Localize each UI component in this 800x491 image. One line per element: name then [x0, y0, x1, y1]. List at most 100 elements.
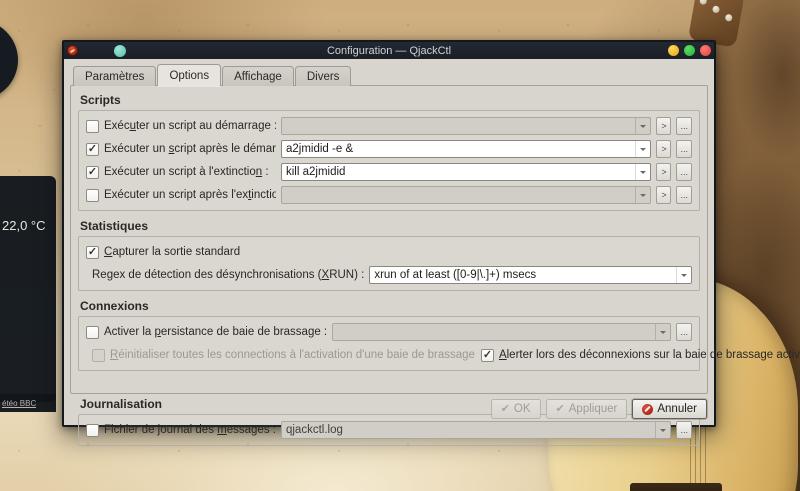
minimize-button[interactable] [668, 45, 679, 56]
browse-logfile-button[interactable]: ... [676, 421, 692, 439]
group-scripts: Scripts Exécuter un script au démarrage … [78, 93, 700, 211]
weather-widget-footer: étéo BBC [0, 394, 56, 412]
xrun-regex-row: Regex de détection des désynchronisation… [86, 266, 692, 284]
xrun-regex-combobox[interactable]: xrun of at least ([0-9|\.]+) msecs [369, 266, 692, 284]
group-connections: Connexions Activer la persistance de bai… [78, 299, 800, 371]
weather-widget: 22,0 °C [0, 176, 56, 402]
reset-connections-option: Réinitialiser toutes les connections à l… [92, 348, 475, 362]
post-shutdown-script-combobox[interactable] [281, 186, 652, 204]
checkbox-alert-disconnect[interactable] [480, 348, 494, 362]
tab-options[interactable]: Options [157, 64, 222, 86]
button-label: Appliquer [568, 403, 618, 415]
checkbox-shutdown-script[interactable] [86, 165, 99, 179]
exec-script-button[interactable]: > [656, 163, 672, 181]
tuning-peg [711, 5, 721, 14]
browse-script-button[interactable]: ... [676, 186, 692, 204]
exec-script-button[interactable]: > [656, 186, 672, 204]
checkbox-label: Exécuter un script au démarrage : [104, 120, 276, 132]
dialog-buttonbox: ✔ OK ✔ Appliquer Annuler [70, 394, 708, 420]
patchbay-combobox[interactable] [332, 323, 672, 341]
xrun-regex-label: Regex de détection des désynchronisation… [92, 269, 365, 281]
close-button[interactable] [700, 45, 711, 56]
browse-patchbay-button[interactable]: ... [676, 323, 692, 341]
button-label: Annuler [657, 403, 697, 415]
tuning-peg [724, 13, 733, 22]
checkbox-label: Capturer la sortie standard [104, 246, 241, 258]
checkbox-post-shutdown-script[interactable] [86, 188, 99, 202]
combo-dropdown-arrow-icon[interactable] [655, 422, 670, 438]
checkbox-post-startup-script[interactable] [86, 142, 99, 156]
checkbox-label: Activer la persistance de baie de brassa… [104, 326, 328, 338]
logfile-combobox[interactable]: qjackctl.log [280, 421, 672, 439]
weather-temperature: 22,0 °C [2, 218, 46, 233]
guitar-bridge [630, 483, 722, 491]
titlebar[interactable]: Configuration — QjackCtl [64, 42, 714, 59]
ok-button[interactable]: ✔ OK [490, 399, 541, 419]
group-frame: Exécuter un script au démarrage : > ... … [78, 110, 700, 211]
tab-pane-options: Scripts Exécuter un script au démarrage … [70, 85, 800, 446]
group-statistics: Statistiques Capturer la sortie standard… [78, 219, 700, 291]
checkbox-label: Exécuter un script après l'extinction : [104, 189, 276, 201]
connection-options-row: Réinitialiser toutes les connections à l… [86, 346, 800, 364]
maximize-button[interactable] [684, 45, 695, 56]
combo-dropdown-arrow-icon[interactable] [635, 141, 650, 157]
patchbay-row: Activer la persistance de baie de brassa… [86, 323, 692, 341]
combobox-value: a2jmidid -e & [286, 143, 354, 155]
post-startup-script-combobox[interactable]: a2jmidid -e & [281, 140, 652, 158]
combo-dropdown-arrow-icon[interactable] [635, 187, 650, 203]
checkbox-label: Exécuter un script à l'extinction : [104, 166, 269, 178]
checkbox-label: Alerter lors des déconnexions sur la bai… [498, 349, 800, 361]
tab-divers[interactable]: Divers [294, 66, 352, 86]
desktop-wallpaper: 22,0 °C étéo BBC Configuration — QjackCt… [0, 0, 800, 491]
capture-stdout-row: Capturer la sortie standard [86, 243, 692, 261]
window-title: Configuration — QjackCtl [326, 44, 452, 57]
check-icon: ✔ [555, 402, 565, 415]
window-controls [668, 45, 714, 56]
dialog-body: Paramètres Options Affichage Divers Scri… [64, 59, 800, 446]
checkbox-startup-script[interactable] [86, 119, 99, 133]
cancel-icon [642, 403, 654, 415]
checkbox-label: Fichier de journal des messages : [104, 424, 276, 436]
check-icon: ✔ [500, 402, 510, 415]
exec-script-button[interactable]: > [656, 117, 672, 135]
combobox-value: xrun of at least ([0-9|\.]+) msecs [374, 269, 537, 281]
configuration-window: Configuration — QjackCtl Paramètres Opti… [62, 40, 800, 446]
shutdown-script-combobox[interactable]: kill a2jmidid [281, 163, 652, 181]
checkbox-reset-connections[interactable] [92, 348, 105, 362]
weather-source-label: étéo BBC [2, 398, 37, 408]
combo-dropdown-arrow-icon[interactable] [676, 267, 691, 283]
combo-dropdown-arrow-icon[interactable] [635, 164, 650, 180]
qjackctl-app-icon [67, 45, 78, 56]
group-title: Scripts [80, 93, 121, 107]
tab-affichage[interactable]: Affichage [222, 66, 294, 86]
group-frame: Activer la persistance de baie de brassa… [78, 316, 800, 371]
group-title: Connexions [80, 299, 149, 313]
startup-script-combobox[interactable] [281, 117, 652, 135]
group-title: Statistiques [80, 219, 149, 233]
script-row-post-startup: Exécuter un script après le démarrage : … [86, 140, 692, 158]
group-frame: Capturer la sortie standard Regex de dét… [78, 236, 700, 291]
logfile-row: Fichier de journal des messages : qjackc… [86, 421, 692, 439]
tab-bar: Paramètres Options Affichage Divers [73, 64, 708, 86]
window-pin-button[interactable] [114, 44, 126, 57]
browse-script-button[interactable]: ... [676, 140, 692, 158]
button-label: OK [513, 403, 531, 415]
exec-script-button[interactable]: > [656, 140, 672, 158]
combo-dropdown-arrow-icon[interactable] [655, 324, 670, 340]
checkbox-label: Exécuter un script après le démarrage : [104, 143, 276, 155]
checkbox-patchbay-persistence[interactable] [86, 325, 99, 339]
cancel-button[interactable]: Annuler [632, 399, 707, 419]
checkbox-capture-stdout[interactable] [86, 245, 99, 259]
script-row-post-shutdown: Exécuter un script après l'extinction : … [86, 186, 692, 204]
browse-script-button[interactable]: ... [676, 117, 692, 135]
script-row-shutdown: Exécuter un script à l'extinction : kill… [86, 163, 692, 181]
checkbox-message-logfile[interactable] [86, 423, 99, 437]
apply-button[interactable]: ✔ Appliquer [545, 399, 628, 419]
tuning-peg [699, 0, 708, 6]
combo-dropdown-arrow-icon[interactable] [635, 118, 650, 134]
alert-disconnect-option: Alerter lors des déconnexions sur la bai… [480, 348, 800, 362]
checkbox-label: Réinitialiser toutes les connections à l… [110, 349, 475, 361]
browse-script-button[interactable]: ... [676, 163, 692, 181]
combobox-value: qjackctl.log [285, 424, 343, 436]
tab-parametres[interactable]: Paramètres [73, 66, 157, 86]
